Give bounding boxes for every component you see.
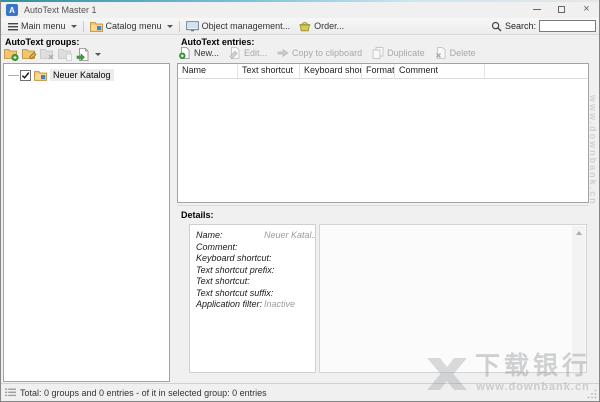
status-bar: Total: 0 groups and 0 entries - of it in… bbox=[1, 383, 599, 401]
copy-to-clipboard-label: Copy to clipboard bbox=[292, 48, 363, 58]
minimize-icon bbox=[532, 8, 541, 10]
window-controls: × bbox=[524, 0, 599, 18]
folder-x-icon bbox=[39, 48, 53, 59]
column-header-keyboard-shortcut[interactable]: Keyboard short... bbox=[300, 64, 362, 78]
detail-label-comment: Comment: bbox=[196, 241, 238, 252]
status-text: Total: 0 groups and 0 entries - of it in… bbox=[20, 387, 267, 398]
detail-label-application-filter: Application filter: bbox=[196, 299, 263, 309]
detail-label-text-shortcut: Text shortcut: bbox=[196, 276, 250, 286]
minimize-button[interactable] bbox=[524, 0, 549, 18]
groups-toolbar bbox=[3, 47, 101, 61]
tree-branch-line bbox=[8, 74, 19, 76]
order-label: Order... bbox=[314, 21, 345, 31]
column-header-text-shortcut[interactable]: Text shortcut bbox=[238, 64, 300, 78]
page-plus-icon bbox=[179, 47, 190, 59]
entries-toolbar: New... Edit... Copy to clipboard Duplica… bbox=[179, 47, 476, 59]
checkmark-icon bbox=[21, 71, 30, 79]
import-export-button[interactable] bbox=[75, 47, 91, 61]
entries-panel-title: AutoText entries: bbox=[181, 37, 255, 47]
window-title: AutoText Master 1 bbox=[24, 5, 97, 15]
watermark-side-text: www.downbank.cn bbox=[588, 95, 598, 206]
detail-label-keyboard-shortcut: Keyboard shortcut: bbox=[196, 253, 272, 263]
detail-value-name: Neuer Katal... bbox=[264, 230, 316, 240]
copy-group-button[interactable] bbox=[57, 47, 73, 61]
import-export-caret-icon[interactable] bbox=[95, 52, 101, 56]
entries-table-body[interactable] bbox=[178, 79, 588, 202]
tree-item-group[interactable]: Neuer Katalog bbox=[4, 69, 169, 81]
entries-table-header: Name Text shortcut Keyboard short... For… bbox=[178, 64, 588, 79]
delete-entry-button[interactable]: Delete bbox=[435, 47, 476, 59]
toolbar-separator bbox=[82, 20, 84, 32]
toolbar-separator bbox=[178, 20, 180, 32]
details-preview-box bbox=[319, 224, 587, 373]
search-group: Search: bbox=[491, 20, 596, 32]
object-management-button[interactable]: Object management... bbox=[182, 19, 295, 34]
catalog-menu-label: Catalog menu bbox=[105, 21, 162, 31]
new-entry-label: New... bbox=[194, 48, 220, 58]
main-menu-label: Main menu bbox=[21, 21, 66, 31]
groups-panel-title: AutoText groups: bbox=[5, 37, 80, 47]
column-header-name[interactable]: Name bbox=[178, 64, 238, 78]
copy-to-clipboard-button[interactable]: Copy to clipboard bbox=[277, 47, 362, 59]
preview-scrollbar[interactable] bbox=[572, 226, 585, 371]
catalog-menu-button[interactable]: Catalog menu bbox=[86, 19, 177, 34]
column-header-format[interactable]: Format bbox=[362, 64, 395, 78]
delete-entry-label: Delete bbox=[449, 48, 476, 58]
main-toolbar: Main menu Catalog menu Object management… bbox=[1, 18, 599, 35]
duplicate-entry-button[interactable]: Duplicate bbox=[372, 47, 425, 59]
main-menu-button[interactable]: Main menu bbox=[4, 19, 81, 34]
page-arrow-icon bbox=[76, 47, 89, 61]
scroll-up-icon bbox=[575, 231, 582, 235]
edit-entry-button[interactable]: Edit... bbox=[229, 47, 267, 59]
detail-label-text-shortcut-prefix: Text shortcut prefix: bbox=[196, 264, 275, 275]
folder-plus-icon bbox=[3, 48, 18, 61]
detail-label-name: Name: bbox=[196, 230, 223, 240]
window-monitor-icon bbox=[185, 20, 199, 31]
edit-entry-label: Edit... bbox=[244, 48, 268, 58]
object-management-label: Object management... bbox=[201, 21, 291, 31]
hamburger-icon bbox=[8, 22, 18, 30]
titlebar: A AutoText Master 1 × bbox=[1, 2, 599, 18]
add-group-button[interactable] bbox=[3, 47, 19, 61]
detail-label-text-shortcut-suffix: Text shortcut suffix: bbox=[196, 287, 274, 298]
maximize-button[interactable] bbox=[549, 0, 574, 18]
resize-grip[interactable] bbox=[587, 389, 597, 399]
duplicate-entry-label: Duplicate bbox=[387, 48, 425, 58]
details-panel-title: Details: bbox=[181, 210, 214, 220]
search-icon bbox=[491, 21, 502, 31]
group-folder-icon bbox=[34, 70, 47, 81]
folder-pencil-icon bbox=[21, 48, 37, 59]
column-header-filler bbox=[485, 64, 588, 78]
app-icon: A bbox=[6, 4, 18, 16]
new-entry-button[interactable]: New... bbox=[179, 47, 219, 59]
groups-tree[interactable]: Neuer Katalog bbox=[3, 63, 170, 382]
folder-page-icon bbox=[57, 48, 72, 61]
app-window: A AutoText Master 1 × Main menu Catalog … bbox=[0, 0, 600, 402]
folder-icon bbox=[89, 21, 103, 32]
order-button[interactable]: Order... bbox=[294, 19, 348, 34]
dropdown-caret-icon bbox=[166, 24, 173, 28]
page-pencil-icon bbox=[229, 47, 240, 59]
close-icon: × bbox=[583, 2, 590, 15]
tree-item-label: Neuer Katalog bbox=[50, 69, 114, 81]
two-pages-icon bbox=[372, 47, 384, 59]
column-header-comment[interactable]: Comment bbox=[395, 64, 485, 78]
details-splitter[interactable] bbox=[177, 205, 589, 206]
group-checkbox[interactable] bbox=[20, 69, 31, 81]
shopping-basket-icon bbox=[299, 22, 311, 32]
status-list-icon bbox=[5, 388, 16, 397]
search-input[interactable] bbox=[539, 20, 596, 32]
detail-value-application-filter: Inactive bbox=[264, 299, 296, 309]
details-fields-box: Name: Neuer Katal... Comment: Keyboard sh… bbox=[189, 224, 316, 373]
entries-table: Name Text shortcut Keyboard short... For… bbox=[177, 63, 589, 203]
close-button[interactable]: × bbox=[574, 0, 599, 18]
edit-group-button[interactable] bbox=[21, 47, 37, 61]
page-x-icon bbox=[435, 47, 446, 59]
delete-group-button[interactable] bbox=[39, 47, 55, 61]
dropdown-caret-icon bbox=[70, 24, 77, 28]
arrow-right-icon bbox=[277, 48, 289, 58]
maximize-icon bbox=[558, 5, 565, 13]
search-label: Search: bbox=[504, 21, 536, 31]
